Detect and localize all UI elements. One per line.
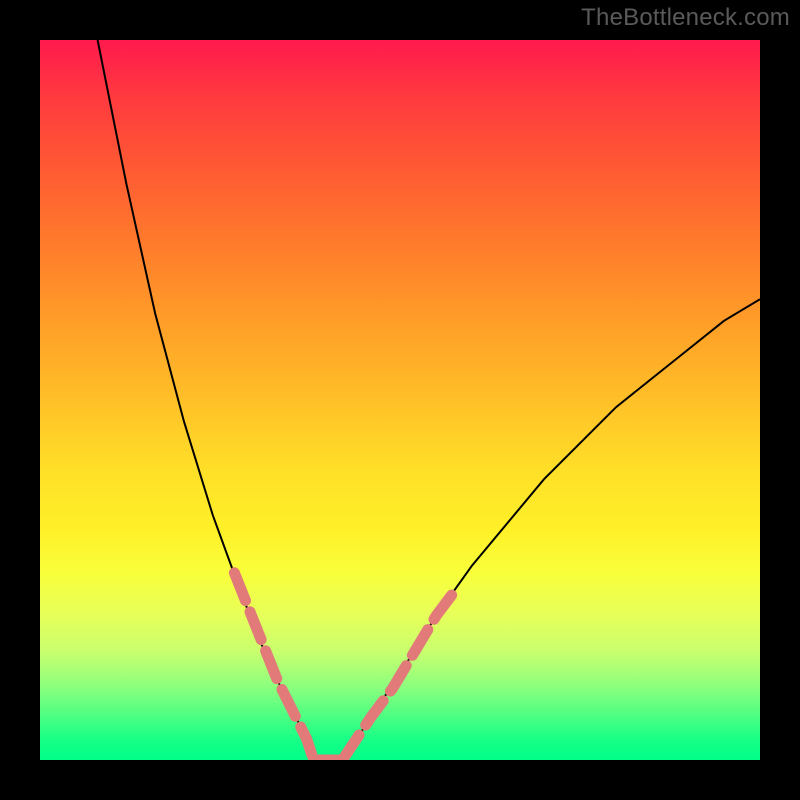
- series-highlight-left: [234, 573, 313, 760]
- chart-frame: TheBottleneck.com: [0, 0, 800, 800]
- plot-area: [40, 40, 760, 760]
- series-highlight-right: [342, 587, 457, 760]
- series-group: [98, 40, 760, 760]
- watermark-text: TheBottleneck.com: [581, 4, 790, 32]
- series-curve-right: [342, 299, 760, 760]
- series-curve-left: [98, 40, 314, 760]
- chart-svg: [40, 40, 760, 760]
